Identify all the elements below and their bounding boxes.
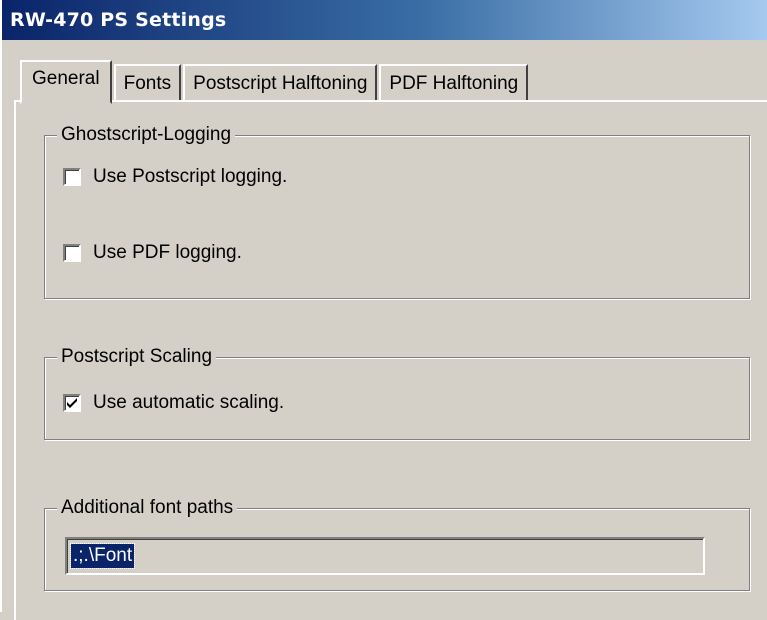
font-paths-value: .;.\Font xyxy=(69,543,136,569)
additional-font-paths-label: Additional font paths xyxy=(57,497,238,519)
postscript-logging-label: Use Postscript logging. xyxy=(93,166,288,187)
tab-strip: General Fonts Postscript Halftoning PDF … xyxy=(20,58,530,104)
pdf-logging-checkbox[interactable] xyxy=(63,244,81,262)
tab-general[interactable]: General xyxy=(20,60,112,104)
automatic-scaling-checkbox[interactable] xyxy=(63,394,81,412)
font-paths-input[interactable]: .;.\Font xyxy=(65,537,705,575)
pdf-logging-option[interactable]: Use PDF logging. xyxy=(63,242,242,264)
ghostscript-logging-group: Ghostscript-Logging Use Postscript loggi… xyxy=(44,124,750,299)
general-tab-panel: Ghostscript-Logging Use Postscript loggi… xyxy=(14,100,767,620)
postscript-scaling-group: Postscript Scaling Use automatic scaling… xyxy=(44,346,750,440)
checkmark-icon xyxy=(67,398,77,408)
postscript-logging-option[interactable]: Use Postscript logging. xyxy=(63,166,287,188)
tab-fonts-label: Fonts xyxy=(123,73,172,94)
tab-pdf-halftoning-label: PDF Halftoning xyxy=(389,73,519,94)
tab-general-label: General xyxy=(32,68,100,89)
window-title: RW-470 PS Settings xyxy=(10,9,227,31)
title-bar[interactable]: RW-470 PS Settings xyxy=(2,0,767,40)
postscript-scaling-label: Postscript Scaling xyxy=(57,346,217,368)
automatic-scaling-option[interactable]: Use automatic scaling. xyxy=(63,392,284,414)
automatic-scaling-label: Use automatic scaling. xyxy=(93,392,285,413)
pdf-logging-label: Use PDF logging. xyxy=(93,242,242,263)
additional-font-paths-group: Additional font paths .;.\Font xyxy=(44,497,750,591)
tab-postscript-halftoning-label: Postscript Halftoning xyxy=(193,73,368,94)
postscript-logging-checkbox[interactable] xyxy=(63,168,81,186)
tab-pdf-halftoning[interactable]: PDF Halftoning xyxy=(379,64,529,102)
ghostscript-logging-label: Ghostscript-Logging xyxy=(57,124,236,146)
settings-window: RW-470 PS Settings General Fonts Postscr… xyxy=(0,0,767,620)
tab-fonts[interactable]: Fonts xyxy=(113,64,182,102)
tab-postscript-halftoning[interactable]: Postscript Halftoning xyxy=(183,64,378,102)
